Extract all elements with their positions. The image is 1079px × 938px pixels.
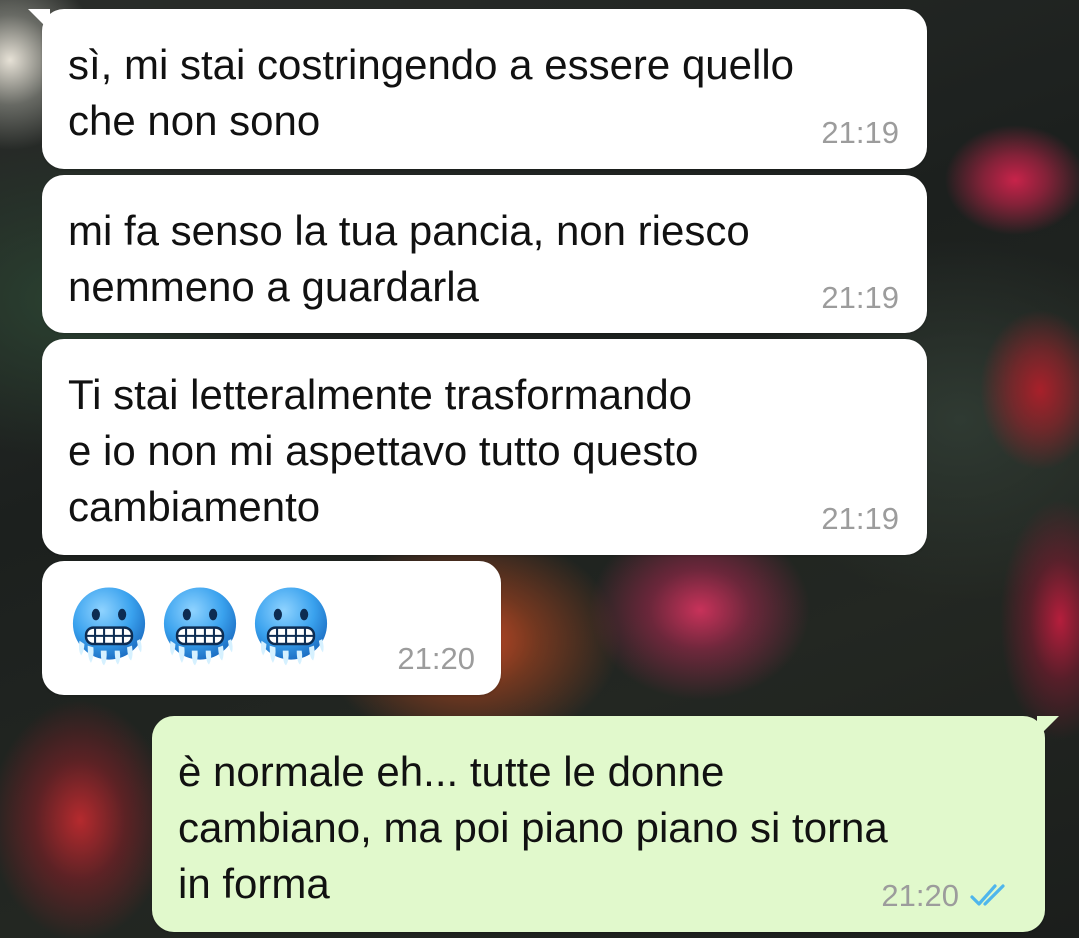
- cold-face-emoji: [72, 587, 146, 666]
- message-text: sì, mi stai costringendo a essere quello…: [68, 41, 795, 144]
- bubble-tail: [1037, 716, 1059, 738]
- bubble-tail: [28, 9, 50, 31]
- outgoing-message[interactable]: è normale eh... tutte le donne cambiano,…: [152, 716, 1059, 932]
- message-time: 21:19: [821, 501, 899, 536]
- incoming-emoji-message[interactable]: 21:20: [42, 561, 501, 695]
- message-time: 21:19: [821, 280, 899, 315]
- emoji-row: [68, 585, 332, 667]
- message-time: 21:19: [821, 115, 899, 150]
- incoming-message[interactable]: Ti stai letteralmente trasformando e io …: [42, 339, 927, 555]
- message-text: è normale eh... tutte le donne cambiano,…: [178, 748, 888, 907]
- double-check-icon: [970, 884, 1005, 906]
- message-text: mi fa senso la tua pancia, non riesco ne…: [68, 207, 750, 310]
- incoming-message[interactable]: mi fa senso la tua pancia, non riesco ne…: [42, 175, 927, 333]
- message-time: 21:20: [881, 878, 959, 913]
- message-time: 21:20: [397, 641, 475, 676]
- cold-face-emoji: [254, 587, 328, 666]
- message-text: Ti stai letteralmente trasformando e io …: [68, 371, 699, 530]
- incoming-message[interactable]: sì, mi stai costringendo a essere quello…: [28, 9, 927, 169]
- cold-face-emoji: [163, 587, 237, 666]
